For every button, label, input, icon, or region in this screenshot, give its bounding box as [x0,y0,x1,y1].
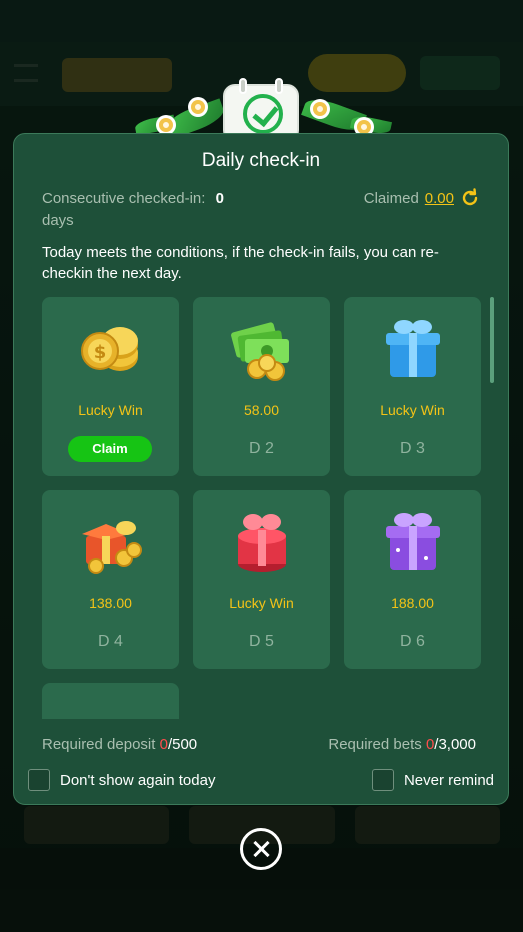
required-deposit: Required deposit 0/500 [42,736,197,753]
cash-and-coins-icon [231,322,289,381]
daily-checkin-modal: Daily check-in Consecutive checked-in: 0… [13,133,509,805]
dont-show-today-label: Don't show again today [60,771,216,789]
flower-icon [159,118,173,132]
refresh-icon[interactable] [460,188,480,208]
reward-card-day-7[interactable] [42,683,179,719]
consecutive-unit: days [42,212,74,229]
flower-icon [357,120,371,134]
reward-day: D 4 [98,633,123,650]
checkin-notice: Today meets the conditions, if the check… [42,244,439,282]
claimed-value[interactable]: 0.00 [425,190,454,207]
blue-gift-box-icon [386,320,440,377]
gold-coin-stack-icon: $ [81,327,138,371]
close-icon[interactable] [240,828,282,870]
reward-day: D 5 [249,633,274,650]
consecutive-checkin-stat: Consecutive checked-in: 0 days [42,188,272,232]
reward-card-day-3[interactable]: Lucky Win D 3 [344,297,481,476]
claim-button[interactable]: Claim [68,436,152,462]
deposit-total: /500 [167,736,198,753]
reward-label: 188.00 [391,595,434,611]
rewards-grid: $ Lucky Win Claim 58.00 D 2 Lucky Win D … [42,297,492,719]
dont-show-today-checkbox[interactable] [28,769,50,791]
dont-show-today-option[interactable]: Don't show again today [28,769,215,791]
deposit-current: 0 [159,736,168,753]
reward-label: 58.00 [243,402,280,418]
open-red-gift-with-coins-icon [82,521,142,574]
reward-day: D 6 [400,633,425,650]
reward-label: Lucky Win [380,402,445,418]
reward-day: D 3 [400,440,425,457]
claimed-stat: Claimed 0.00 [364,188,480,208]
bets-total: /3,000 [434,736,476,753]
reward-card-day-5[interactable]: Lucky Win D 5 [193,490,330,669]
deposit-label: Required deposit [42,736,156,753]
rewards-scrollbar[interactable] [490,297,494,383]
bets-label: Required bets [328,736,422,753]
reward-card-day-6[interactable]: 188.00 D 6 [344,490,481,669]
never-remind-checkbox[interactable] [371,769,394,791]
rewards-scroll-area[interactable]: $ Lucky Win Claim 58.00 D 2 Lucky Win D … [42,297,492,719]
claimed-label: Claimed [363,189,419,207]
flower-icon [313,102,327,116]
consecutive-value: 0 [215,190,224,207]
header-decoration [125,78,397,142]
checkmark-icon [243,94,283,134]
reward-card-day-4[interactable]: 138.00 D 4 [42,490,179,669]
never-remind-option[interactable]: Never remind [371,769,494,791]
flower-icon [191,100,205,114]
modal-title: Daily check-in [201,150,321,171]
reward-label: Lucky Win [229,595,294,611]
gold-treasure-icon [76,699,146,719]
reward-label: Lucky Win [78,402,143,418]
purple-gift-box-icon [386,513,440,570]
red-gift-box-icon [238,514,286,572]
svg-text:$: $ [94,342,107,363]
reward-label: 138.00 [89,595,132,611]
reward-card-day-2[interactable]: 58.00 D 2 [193,297,330,476]
never-remind-label: Never remind [403,771,494,789]
reward-day: D 2 [249,440,274,457]
reward-card-day-1[interactable]: $ Lucky Win Claim [42,297,179,476]
consecutive-label: Consecutive checked-in: [42,190,206,207]
required-bets: Required bets 0/3,000 [328,736,476,753]
